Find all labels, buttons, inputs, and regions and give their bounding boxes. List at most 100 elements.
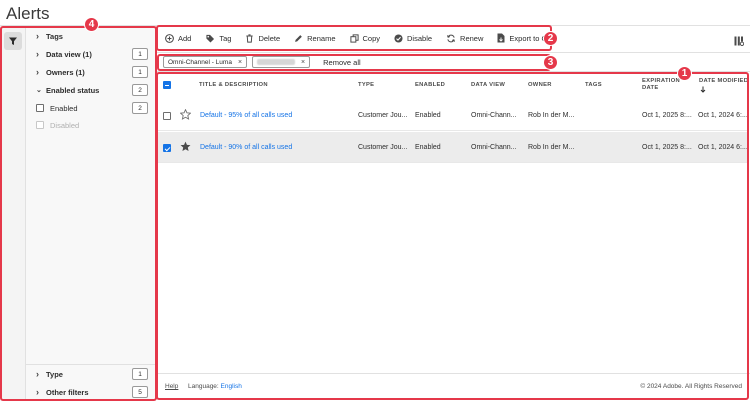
disable-button-label: Disable bbox=[407, 33, 433, 43]
cell-owner: Rob In der M... bbox=[528, 112, 575, 119]
chevron-down-icon: ⌄ bbox=[36, 87, 42, 94]
callout-badge-1: 1 bbox=[677, 66, 692, 81]
tag-button[interactable]: Tag bbox=[205, 34, 231, 43]
help-link-label: Help bbox=[165, 383, 179, 390]
chevron-right-icon: › bbox=[36, 67, 39, 77]
copy-button[interactable]: Copy bbox=[349, 33, 381, 43]
trash-icon bbox=[246, 33, 254, 43]
star-filled-icon[interactable] bbox=[180, 141, 191, 152]
left-rail bbox=[0, 26, 26, 401]
chevron-right-icon: › bbox=[36, 49, 39, 59]
cell-expiration: Oct 1, 2025 8:... bbox=[642, 112, 692, 119]
filter-toggle-button[interactable] bbox=[4, 32, 22, 50]
filter-chip[interactable]: Omni-Channel - Luma × bbox=[163, 56, 248, 68]
cell-date-modified: Oct 1, 2024 6:... bbox=[698, 112, 748, 119]
filter-chip[interactable]: × bbox=[252, 56, 311, 68]
row-checkbox[interactable] bbox=[163, 112, 171, 120]
close-icon[interactable]: × bbox=[301, 59, 305, 66]
filter-owners[interactable]: › Owners (1) 1 bbox=[36, 64, 148, 80]
action-toolbar: Add Tag Delete Rename Copy Disable Renew… bbox=[157, 26, 750, 50]
refresh-icon bbox=[447, 34, 456, 42]
callout-badge-4: 4 bbox=[84, 17, 99, 32]
file-export-icon bbox=[497, 33, 505, 43]
disabled-checkbox bbox=[36, 121, 44, 129]
header-date-modified-line1: DATE MODIFIED bbox=[699, 78, 749, 84]
header-date-modified[interactable]: DATE MODIFIED bbox=[699, 78, 748, 96]
alert-title-link[interactable]: Default - 90% of all calls used bbox=[200, 144, 292, 151]
tag-icon bbox=[206, 34, 215, 43]
table-row[interactable]: Default - 90% of all calls used Customer… bbox=[158, 132, 748, 163]
filter-chip-label: Omni-Channel - Luma bbox=[168, 58, 232, 66]
filter-type[interactable]: › Type 1 bbox=[36, 366, 148, 382]
select-all-checkbox[interactable] bbox=[163, 81, 171, 89]
renew-button[interactable]: Renew bbox=[446, 34, 483, 43]
language-label: Language: bbox=[188, 383, 219, 390]
filter-icon bbox=[9, 37, 17, 45]
delete-button-label: Delete bbox=[258, 33, 281, 43]
help-link[interactable]: Help bbox=[165, 383, 178, 390]
filter-enabled-status[interactable]: ⌄ Enabled status 2 bbox=[36, 82, 148, 98]
filter-other[interactable]: › Other filters 5 bbox=[36, 384, 148, 400]
panel-divider bbox=[26, 364, 156, 365]
filter-panel: › Tags › Data view (1) 1 › Owners (1) 1 … bbox=[26, 26, 156, 401]
renew-button-label: Renew bbox=[460, 33, 484, 43]
pencil-icon bbox=[295, 34, 302, 42]
enabled-checkbox[interactable] bbox=[36, 104, 44, 112]
header-type[interactable]: TYPE bbox=[358, 82, 374, 89]
page-title: Alerts bbox=[6, 4, 50, 23]
delete-button[interactable]: Delete bbox=[245, 34, 280, 43]
cell-type: Customer Jou... bbox=[358, 144, 408, 151]
option-enabled-count: 2 bbox=[132, 102, 148, 114]
header-expiration-line1: EXPIRATION bbox=[642, 78, 680, 84]
footer-divider bbox=[157, 373, 750, 374]
tag-button-label: Tag bbox=[219, 33, 232, 43]
header-title[interactable]: TITLE & DESCRIPTION bbox=[199, 82, 268, 89]
cell-type: Customer Jou... bbox=[358, 112, 408, 119]
close-icon[interactable]: × bbox=[238, 59, 242, 66]
alert-title-link[interactable]: Default - 95% of all calls used bbox=[200, 112, 292, 119]
header-tags[interactable]: TAGS bbox=[585, 82, 602, 89]
filter-enabled-status-count: 2 bbox=[132, 84, 148, 96]
rename-button-label: Rename bbox=[307, 33, 336, 43]
cell-enabled: Enabled bbox=[415, 144, 441, 151]
cell-expiration: Oct 1, 2025 8:... bbox=[642, 144, 692, 151]
header-enabled[interactable]: ENABLED bbox=[415, 82, 445, 89]
toolbar-divider bbox=[157, 52, 750, 53]
filter-other-count: 5 bbox=[132, 386, 148, 398]
remove-all-button[interactable]: Remove all bbox=[323, 58, 361, 67]
add-icon bbox=[165, 33, 174, 43]
add-button-label: Add bbox=[178, 33, 192, 43]
option-disabled-label: Disabled bbox=[50, 120, 80, 130]
star-outline-icon[interactable] bbox=[180, 109, 191, 120]
option-enabled[interactable]: Enabled 2 bbox=[36, 101, 148, 115]
disable-button[interactable]: Disable bbox=[394, 34, 432, 43]
chevron-right-icon: › bbox=[36, 31, 39, 41]
cell-enabled: Enabled bbox=[415, 112, 441, 119]
callout-badge-2: 2 bbox=[543, 31, 558, 46]
header-expiration[interactable]: EXPIRATION DATE bbox=[642, 78, 680, 92]
filter-data-view-label: Data view (1) bbox=[46, 49, 92, 59]
filter-enabled-status-label: Enabled status bbox=[46, 85, 100, 95]
row-checkbox[interactable] bbox=[163, 144, 171, 152]
chevron-right-icon: › bbox=[36, 369, 39, 379]
cell-data-view: Omni-Chann... bbox=[471, 112, 517, 119]
table-header: TITLE & DESCRIPTION TYPE ENABLED DATA VI… bbox=[157, 72, 750, 98]
check-circle-icon bbox=[394, 33, 403, 43]
column-settings-button[interactable] bbox=[734, 33, 745, 51]
copy-button-label: Copy bbox=[362, 33, 381, 43]
language-link[interactable]: English bbox=[221, 383, 242, 390]
filter-other-label: Other filters bbox=[46, 387, 89, 397]
add-button[interactable]: Add bbox=[165, 34, 191, 43]
cell-date-modified: Oct 1, 2024 6:... bbox=[698, 144, 748, 151]
copyright: © 2024 Adobe. All Rights Reserved bbox=[640, 383, 742, 390]
filter-data-view[interactable]: › Data view (1) 1 bbox=[36, 46, 148, 62]
rename-button[interactable]: Rename bbox=[294, 33, 336, 43]
chevron-right-icon: › bbox=[36, 387, 39, 397]
header-expiration-line2: DATE bbox=[642, 85, 659, 91]
table-row[interactable]: Default - 95% of all calls used Customer… bbox=[158, 100, 748, 131]
header-owner[interactable]: OWNER bbox=[528, 82, 552, 89]
header-data-view[interactable]: DATA VIEW bbox=[471, 82, 505, 89]
language-selector: Language: English bbox=[188, 383, 242, 390]
active-filters-bar: Omni-Channel - Luma × × Remove all bbox=[163, 56, 361, 68]
cell-owner: Rob In der M... bbox=[528, 144, 575, 151]
